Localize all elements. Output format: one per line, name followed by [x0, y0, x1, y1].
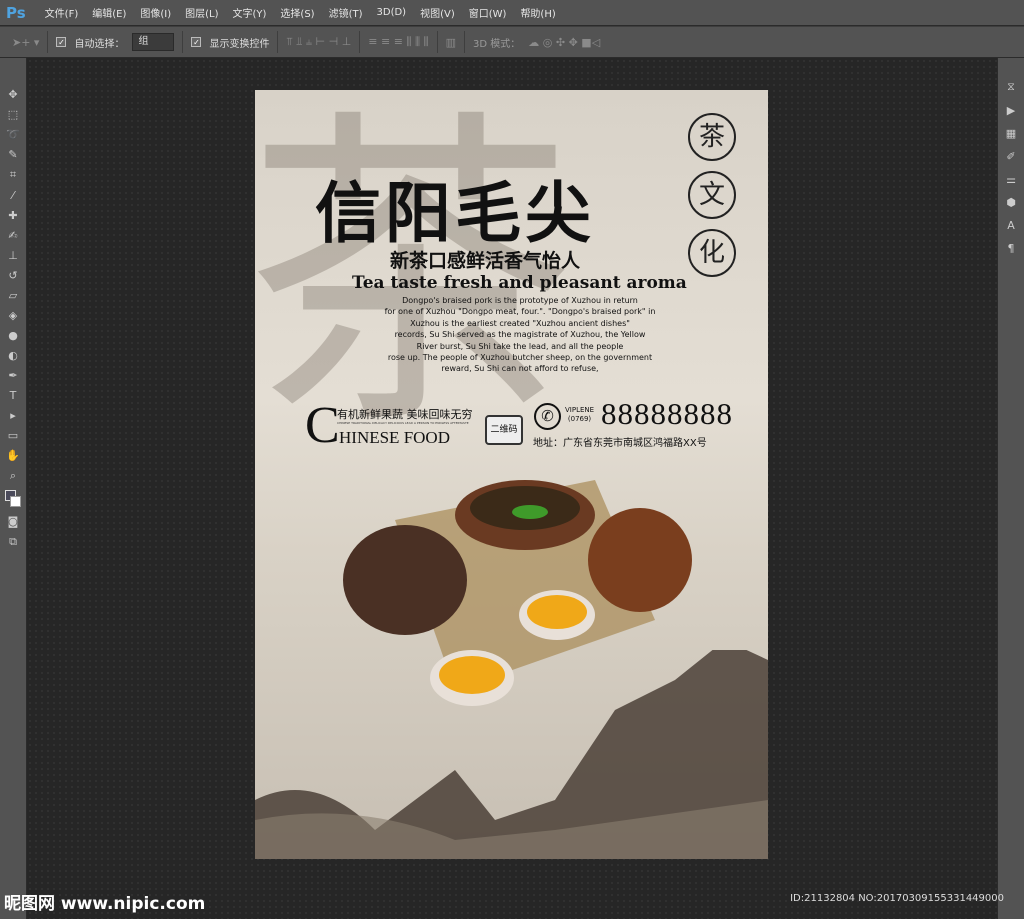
eyedropper-tool-icon[interactable]: ⁄: [12, 189, 14, 202]
nipic-watermark: 昵图网 www.nipic.com: [4, 894, 206, 914]
tools-panel: ✥ ⬚ ➰ ✎ ⌗ ⁄ ✚ ✍ ⊥ ↺ ▱ ◈ ● ◐ ✒ T ▸ ▭ ✋ ⌕ …: [0, 58, 26, 919]
type-tool-icon[interactable]: T: [10, 389, 17, 402]
brush-settings-icon[interactable]: ✐: [1006, 150, 1015, 163]
eraser-tool-icon[interactable]: ▱: [9, 289, 17, 302]
address: 地址：广东省东莞市南城区鸿福路XX号: [533, 438, 707, 449]
image-id-text: ID:21132804 NO:20170309155331449000: [790, 893, 1004, 904]
dodge-tool-icon[interactable]: ◐: [8, 349, 18, 362]
hand-tool-icon[interactable]: ✋: [6, 449, 20, 462]
right-panel-dock: ⧖ ▶ ▦ ✐ ⚌ ⬢ A ¶: [998, 58, 1024, 919]
options-bar: ➤+ ▾ ✓ 自动选择： 组 ✓ 显示变换控件 ⫪ ⫫ ⫨ ⊢ ⊣ ⊥ ≡ ≡ …: [0, 26, 1024, 57]
history-icon[interactable]: ⧖: [1007, 80, 1015, 94]
3d-mode-icons[interactable]: ☁ ◎ ✣ ✥ ■◁: [528, 36, 600, 49]
menu-filter[interactable]: 滤镜(T): [322, 5, 370, 20]
play-icon[interactable]: ▶: [1007, 104, 1015, 117]
swatches-icon[interactable]: ▦: [1006, 127, 1016, 140]
tea-jar: [588, 508, 692, 612]
ink-mountains-image: [255, 650, 768, 859]
adjustments-icon[interactable]: ⚌: [1006, 173, 1016, 186]
zoom-tool-icon[interactable]: ⌕: [10, 469, 16, 483]
divider: [182, 31, 184, 53]
auto-select-dropdown[interactable]: 组: [132, 33, 175, 51]
tea-liquid: [527, 595, 587, 629]
subtitle-english: Tea taste fresh and pleasant aroma: [352, 273, 687, 293]
auto-select-checkbox[interactable]: ✓: [56, 37, 67, 47]
3d-cube-icon[interactable]: ⬢: [1006, 196, 1016, 209]
character-icon[interactable]: A: [1007, 219, 1015, 232]
paragraph-icon[interactable]: ¶: [1008, 242, 1015, 255]
body-line: Dongpo's braised pork is the prototype o…: [402, 296, 638, 305]
3d-mode-label: 3D 模式：: [473, 38, 521, 50]
align-icons[interactable]: ⫪ ⫫ ⫨ ⊢ ⊣ ⊥: [286, 35, 351, 49]
area-code: (0769): [567, 415, 592, 423]
menu-image[interactable]: 图像(I): [133, 5, 178, 20]
phone-number: 88888888: [601, 396, 733, 431]
phone-icon: ✆: [534, 403, 561, 430]
path-select-tool-icon[interactable]: ▸: [10, 409, 16, 422]
menu-layer[interactable]: 图层(L): [178, 5, 225, 20]
divider: [47, 31, 49, 53]
circle-char-2: 文: [688, 171, 736, 219]
screen-mode-icon[interactable]: ⧉: [9, 535, 17, 549]
green-leaf: [512, 505, 548, 519]
circle-char-3: 化: [688, 229, 736, 277]
chinese-food-logo: C 有机新鲜果蔬 美味回味无穷 CHINESE TRADITIONAL DELI…: [305, 397, 505, 454]
menu-select[interactable]: 选择(S): [273, 5, 321, 20]
menu-edit[interactable]: 编辑(E): [85, 5, 133, 20]
body-line: records, Su Shi served as the magistrate…: [394, 330, 646, 340]
lasso-tool-icon[interactable]: ➰: [6, 128, 20, 141]
move-tool-icon[interactable]: ✥: [8, 88, 17, 101]
menu-view[interactable]: 视图(V): [413, 5, 462, 20]
show-transform-label: 显示变换控件: [209, 38, 270, 50]
history-brush-icon[interactable]: ↺: [8, 269, 17, 282]
divider: [464, 31, 466, 53]
distribute-icons[interactable]: ≡ ≡ ≡ ⫼ ⫼ ⫼: [368, 35, 428, 49]
poster-title: 信阳毛尖: [315, 174, 595, 252]
qr-code-placeholder: 二维码: [485, 415, 523, 445]
menu-window[interactable]: 窗口(W): [462, 5, 514, 20]
circle-char-1: 茶: [688, 113, 736, 161]
poster-canvas[interactable]: 茶 信阳毛尖 茶 文 化 新茶口感鲜活香气怡人 Tea taste fresh …: [255, 90, 768, 859]
chinese-food-slogan: 有机新鲜果蔬 美味回味无穷: [337, 408, 473, 421]
auto-select-label: 自动选择：: [74, 38, 125, 50]
chinese-food-text: HINESE FOOD: [339, 428, 450, 447]
menu-file[interactable]: 文件(F): [38, 5, 86, 20]
move-tool-icon[interactable]: ➤+ ▾: [12, 36, 39, 49]
big-c-letter: C: [305, 397, 340, 454]
body-line: rose up. The people of Xuzhou butcher sh…: [387, 353, 653, 363]
divider: [277, 31, 279, 53]
teapot: [343, 525, 467, 635]
body-line: River burst, Su Shi take the lead, and a…: [416, 341, 624, 351]
crop-tool-icon[interactable]: ⌗: [10, 168, 16, 182]
chinese-food-tagline: CHINESE TRADITIONAL DELICACY DELICIOUS L…: [337, 421, 469, 425]
viplene-label: VIPLENE: [565, 406, 595, 414]
phone-label: VIPLENE (0769): [565, 406, 594, 424]
show-transform-checkbox[interactable]: ✓: [191, 37, 202, 47]
stamp-tool-icon[interactable]: ⊥: [8, 249, 18, 262]
menu-3d[interactable]: 3D(D): [370, 7, 414, 18]
photoshop-logo: Ps: [6, 3, 26, 22]
menu-help[interactable]: 帮助(H): [513, 5, 562, 20]
blur-tool-icon[interactable]: ●: [8, 329, 18, 342]
color-swatches-icon[interactable]: [5, 490, 21, 508]
subtitle-chinese: 新茶口感鲜活香气怡人: [390, 250, 581, 272]
body-line: reward, Su Shi can not afford to refuse,: [441, 364, 599, 374]
quick-mask-icon[interactable]: ◙: [8, 515, 19, 528]
menu-type[interactable]: 文字(Y): [226, 5, 274, 20]
divider: [359, 31, 361, 53]
body-text: Dongpo's braised pork is the prototype o…: [355, 295, 685, 375]
brush-tool-icon[interactable]: ✍: [8, 229, 17, 242]
pen-tool-icon[interactable]: ✒: [8, 369, 17, 382]
divider: [436, 31, 438, 53]
body-line: Xuzhou is the earliest created "Xuzhou a…: [410, 318, 630, 328]
auto-align-icon[interactable]: ▥: [446, 36, 456, 49]
healing-tool-icon[interactable]: ✚: [8, 209, 17, 222]
marquee-tool-icon[interactable]: ⬚: [8, 108, 18, 121]
body-line: for one of Xuzhou "Dongpo meat, four.". …: [384, 307, 656, 317]
quick-select-tool-icon[interactable]: ✎: [8, 148, 17, 161]
bucket-tool-icon[interactable]: ◈: [9, 309, 17, 322]
menu-bar: Ps 文件(F) 编辑(E) 图像(I) 图层(L) 文字(Y) 选择(S) 滤…: [0, 0, 1024, 25]
shape-tool-icon[interactable]: ▭: [8, 429, 18, 442]
